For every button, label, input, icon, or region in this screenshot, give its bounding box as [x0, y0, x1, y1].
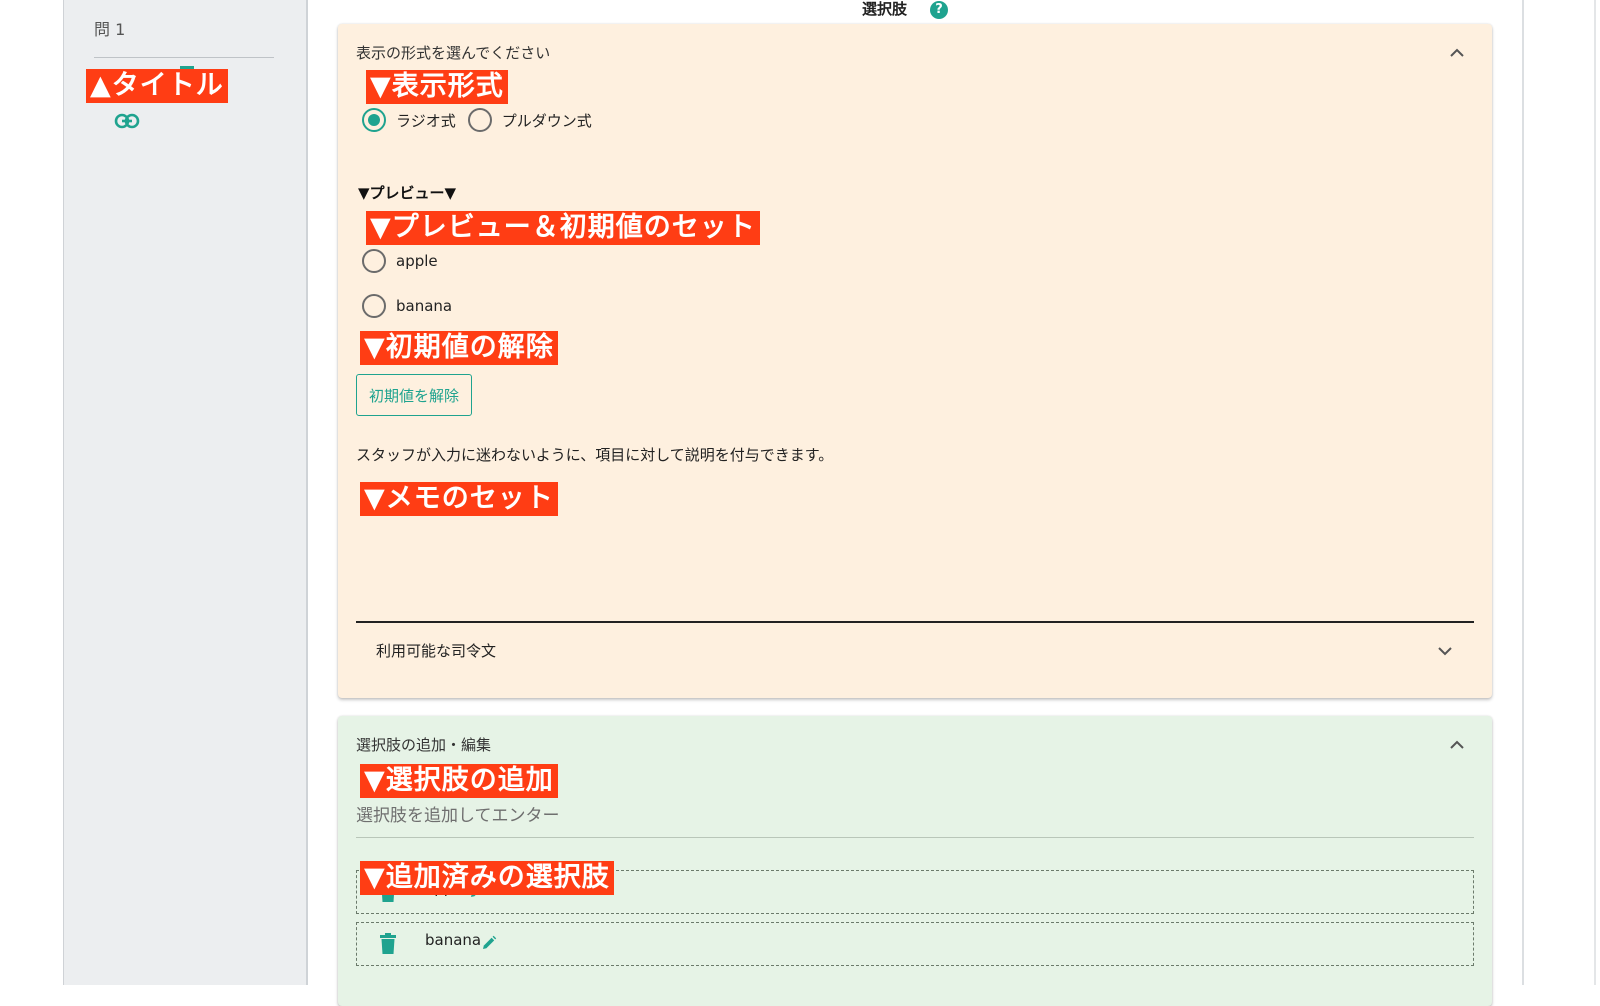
- radio-label: ラジオ式: [396, 111, 456, 130]
- chevron-up-icon[interactable]: [1448, 44, 1466, 62]
- chevron-up-icon[interactable]: [1448, 736, 1466, 754]
- radio-option-radio-style[interactable]: [362, 108, 386, 132]
- memo-hint: スタッフが入力に迷わないように、項目に対して説明を付与できます。: [356, 446, 834, 464]
- annotation-title: ▲タイトル: [86, 69, 228, 103]
- preview-radio-banana[interactable]: [362, 294, 386, 318]
- pencil-icon[interactable]: [481, 935, 497, 951]
- sidebar: 問 1: [64, 0, 308, 985]
- preview-heading: ▼プレビュー▼: [358, 184, 457, 202]
- window-right-edge: [1594, 0, 1596, 985]
- annotation-added-choices: ▼追加済みの選択肢: [360, 861, 614, 895]
- annotation-add-choice: ▼選択肢の追加: [360, 764, 558, 798]
- content-right-border: [1522, 0, 1524, 985]
- sidebar-divider: [94, 57, 274, 58]
- chevron-down-icon[interactable]: [1436, 642, 1454, 660]
- preview-choice: apple: [362, 249, 450, 273]
- display-format-radio-group: ラジオ式 プルダウン式: [362, 108, 604, 132]
- preview-choice-label: banana: [396, 297, 453, 315]
- annotation-display-format: ▼表示形式: [366, 70, 508, 104]
- choice-item: banana: [356, 922, 1474, 966]
- add-choice-input[interactable]: [356, 794, 1474, 838]
- trash-icon[interactable]: [379, 933, 397, 955]
- preview-choice-label: apple: [396, 252, 438, 270]
- link-icon[interactable]: [114, 112, 140, 130]
- available-commands-expander[interactable]: 利用可能な司令文: [356, 622, 1474, 680]
- left-gutter: [0, 0, 64, 985]
- preview-choice: banana: [362, 294, 464, 318]
- clear-default-button[interactable]: 初期値を解除: [356, 374, 472, 416]
- choices-panel-header: 選択肢の追加・編集: [356, 736, 492, 754]
- section-title: 選択肢: [862, 0, 908, 18]
- radio-option-pulldown-style[interactable]: [467, 108, 492, 132]
- preview-radio-apple[interactable]: [362, 249, 386, 273]
- choice-item-label: banana: [425, 931, 482, 949]
- display-panel-header: 表示の形式を選んでください: [356, 44, 551, 62]
- annotation-preview: ▼プレビュー＆初期値のセット: [366, 211, 760, 245]
- radio-label: プルダウン式: [501, 111, 592, 130]
- question-label: 問 1: [94, 20, 126, 39]
- help-icon[interactable]: ?: [930, 1, 948, 19]
- annotation-clear-default: ▼初期値の解除: [360, 331, 558, 365]
- annotation-memo: ▼メモのセット: [360, 482, 558, 516]
- available-commands-label: 利用可能な司令文: [376, 642, 497, 660]
